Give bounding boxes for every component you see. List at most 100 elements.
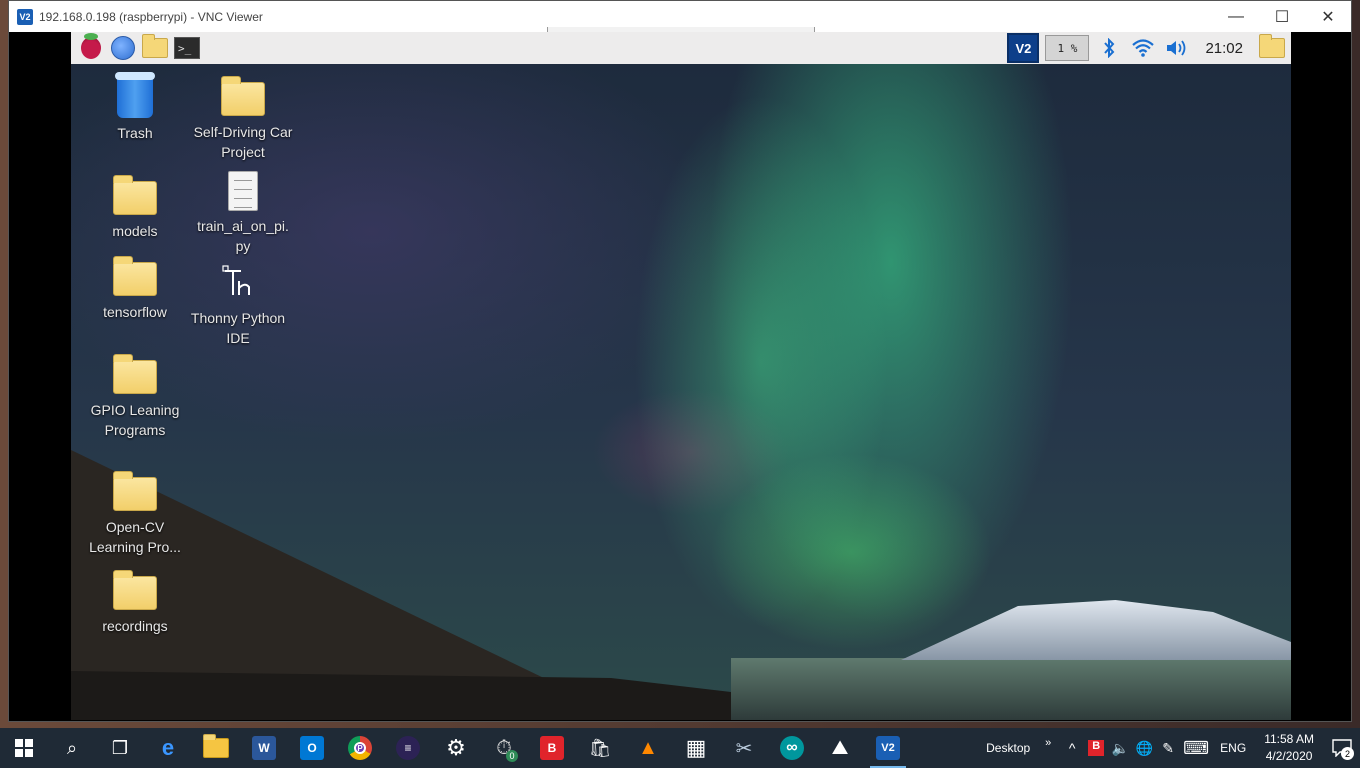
web-browser-globe-icon: [111, 36, 135, 60]
task-view-button[interactable]: ❐: [96, 728, 144, 768]
taskbar-chrome[interactable]: P: [336, 728, 384, 768]
desktop-icon-tensorflow[interactable]: tensorflow: [80, 254, 190, 322]
rpi-panel-tray: V2 1 % 21:02: [1007, 32, 1291, 64]
speaker-icon[interactable]: 🔈: [1108, 740, 1132, 757]
minimize-button[interactable]: —: [1213, 1, 1259, 32]
desktop-icon-self-driving-car-project[interactable]: Self-Driving Car Project: [188, 74, 298, 162]
network-globe-icon[interactable]: 🌐: [1132, 740, 1156, 757]
folder-icon: [113, 175, 157, 215]
action-center-button[interactable]: 2: [1324, 728, 1360, 768]
rpi-clock[interactable]: 21:02: [1197, 40, 1251, 57]
snipping-tool-icon: ✂: [735, 737, 753, 760]
desktop-icon-label: models: [112, 223, 158, 239]
desktop-icon-label: Self-Driving Car Project: [193, 124, 293, 160]
desktop-icon-trash[interactable]: Trash: [80, 72, 190, 143]
calculator-icon: ▦: [685, 735, 707, 760]
taskbar-settings[interactable]: ⚙: [432, 728, 480, 768]
terminal-icon: >_: [174, 37, 200, 59]
desktop-icon-label: Open-CV Learning Pro...: [89, 519, 181, 555]
desktop-icon-label: train_ai_on_pi.py: [197, 218, 289, 254]
touch-keyboard-icon[interactable]: ⌨: [1180, 738, 1212, 759]
folder-icon: [113, 471, 157, 511]
taskbar-time: 11:58 AM: [1264, 732, 1314, 746]
rpi-top-panel: >_ V2 1 % 21:02: [71, 32, 1291, 64]
wallpaper-water: [731, 658, 1291, 720]
raspberry-menu-button[interactable]: [75, 33, 107, 62]
vnc-app-icon: V2: [17, 8, 33, 25]
taskbar-calculator[interactable]: ▦: [672, 728, 720, 768]
notification-count: 2: [1341, 747, 1354, 760]
vnc-server-tray-icon[interactable]: V2: [1007, 33, 1040, 63]
taskbar-snipping[interactable]: ✂: [720, 728, 768, 768]
language-indicator[interactable]: ENG: [1212, 741, 1254, 755]
taskbar-outlook[interactable]: O: [288, 728, 336, 768]
eclipse-icon: ≡: [396, 736, 420, 760]
taskbar-arduino[interactable]: ∞: [768, 728, 816, 768]
taskbar-store[interactable]: 🛍: [576, 728, 624, 768]
taskbar-search-button[interactable]: ⌕: [48, 728, 96, 768]
vnc-viewer-window: V2 192.168.0.198 (raspberrypi) - VNC Vie…: [8, 0, 1352, 722]
chevron-icon[interactable]: »: [1036, 737, 1060, 749]
file-manager-launcher[interactable]: [139, 34, 171, 62]
desktop-icon-gpio-leaning-programs[interactable]: GPIO Leaning Programs: [80, 352, 190, 440]
taskbar-edge[interactable]: e: [144, 728, 192, 768]
b-tray-icon[interactable]: B: [1088, 740, 1105, 756]
window-title: 192.168.0.198 (raspberrypi) - VNC Viewer: [39, 9, 263, 24]
desktop-icon-label: GPIO Leaning Programs: [90, 402, 180, 438]
volume-icon[interactable]: [1163, 34, 1191, 62]
folder-icon: [113, 354, 157, 394]
vlc-cone-icon: ▲: [638, 736, 658, 759]
taskbar-word[interactable]: W: [240, 728, 288, 768]
arduino-icon: ∞: [780, 736, 804, 760]
desktop-icon-train-ai-on-pi[interactable]: train_ai_on_pi.py: [188, 171, 298, 256]
vnc-titlebar[interactable]: V2 192.168.0.198 (raspberrypi) - VNC Vie…: [9, 1, 1351, 33]
taskbar-clock[interactable]: 11:58 AM 4/2/2020: [1254, 731, 1324, 765]
desktop-icon-recordings[interactable]: recordings: [80, 568, 190, 636]
store-bag-icon: 🛍: [588, 737, 612, 758]
desktop-toolbar-label[interactable]: Desktop: [980, 741, 1036, 755]
desktop-icon-label: recordings: [102, 618, 168, 634]
terminal-launcher[interactable]: >_: [171, 34, 203, 62]
desktop-icon-label: tensorflow: [103, 304, 167, 320]
taskbar-photos[interactable]: ⛰: [816, 728, 864, 768]
word-icon: W: [252, 736, 276, 760]
desktop-icon-open-cv[interactable]: Open-CV Learning Pro...: [80, 469, 190, 557]
wifi-icon[interactable]: [1129, 34, 1157, 62]
taskbar-vlc[interactable]: ▲: [624, 728, 672, 768]
bluetooth-icon[interactable]: [1095, 34, 1123, 62]
task-view-icon: ❐: [111, 737, 129, 758]
wallpaper-mountain: [901, 600, 1291, 660]
file-explorer-icon: [203, 734, 229, 758]
desktop-icon-thonny[interactable]: Thonny Python IDE: [183, 262, 293, 348]
chrome-profile-badge: P: [354, 742, 366, 754]
chrome-icon: P: [348, 736, 372, 760]
desktop-icon-models[interactable]: models: [80, 173, 190, 241]
folder-icon: [113, 256, 157, 296]
outlook-icon: O: [300, 736, 324, 760]
maximize-button[interactable]: ☐: [1259, 1, 1305, 32]
folder-icon: [113, 570, 157, 610]
gear-icon: ⚙: [446, 735, 466, 760]
photos-icon: ⛰: [831, 736, 849, 759]
start-button[interactable]: [0, 728, 48, 768]
alarm-badge: 0: [506, 750, 518, 762]
folder-icon: [221, 76, 265, 116]
raspberry-menu-icon: [81, 33, 101, 59]
pen-workspace-icon[interactable]: ✎: [1156, 740, 1180, 757]
ejecter-button[interactable]: [1257, 34, 1289, 62]
search-icon: ⌕: [66, 737, 78, 758]
close-button[interactable]: ✕: [1305, 1, 1351, 32]
taskbar-alarms[interactable]: ⏱ 0: [480, 728, 528, 768]
show-hidden-icons-chevron-icon[interactable]: ^: [1060, 740, 1084, 756]
cpu-usage-monitor[interactable]: 1 %: [1045, 35, 1090, 61]
file-manager-folder-icon: [142, 34, 168, 58]
web-browser-launcher[interactable]: [107, 34, 139, 62]
folder-icon: [1259, 34, 1285, 58]
raspberry-pi-desktop[interactable]: >_ V2 1 % 21:02 Trash Self-Driving Car P…: [71, 32, 1291, 720]
taskbar-eclipse[interactable]: ≡: [384, 728, 432, 768]
taskbar-file-explorer[interactable]: [192, 728, 240, 768]
thonny-icon: [218, 262, 258, 302]
taskbar-vnc-viewer[interactable]: V2: [864, 728, 912, 768]
taskbar-b-app[interactable]: B: [528, 728, 576, 768]
windows-logo-icon: [15, 739, 33, 757]
